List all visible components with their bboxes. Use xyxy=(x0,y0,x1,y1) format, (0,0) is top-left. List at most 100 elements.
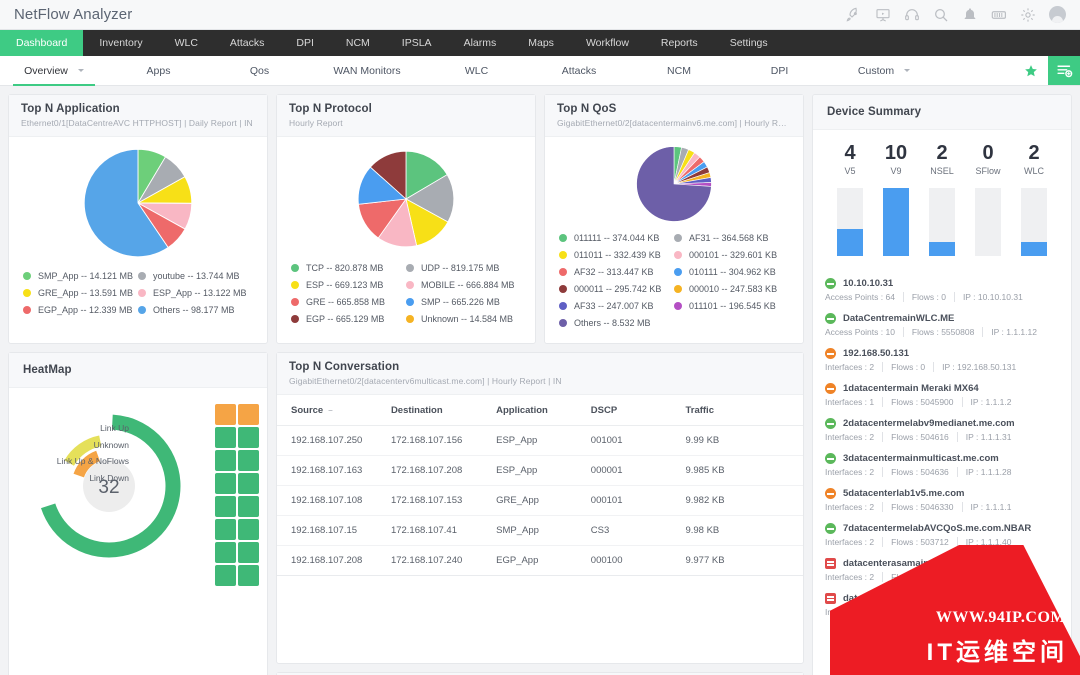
device-list-item[interactable]: datacenterasamain.me.com Interfaces : 2 Fl… xyxy=(825,552,1059,587)
heatmap-cell[interactable] xyxy=(238,542,259,563)
heatmap-cell[interactable] xyxy=(215,404,236,425)
subnav-item-overview[interactable]: Overview xyxy=(0,56,108,86)
bell-icon[interactable] xyxy=(962,7,978,23)
table-row[interactable]: 192.168.107.208 172.168.107.240 EGP_App 000… xyxy=(277,545,803,576)
legend-item[interactable]: 011111 -- 374.044 KB xyxy=(559,233,674,243)
legend-item[interactable]: Others -- 8.532 MB xyxy=(559,318,674,328)
subnav-item-custom[interactable]: Custom xyxy=(830,56,938,85)
avatar-icon[interactable] xyxy=(1049,6,1066,23)
subnav-item-wan-monitors[interactable]: WAN Monitors xyxy=(310,56,424,85)
presentation-icon[interactable] xyxy=(875,7,891,23)
legend-item[interactable]: TCP -- 820.878 MB xyxy=(291,263,406,273)
legend-item[interactable]: 000101 -- 329.601 KB xyxy=(674,250,789,260)
add-widget-button[interactable] xyxy=(1048,56,1080,85)
gear-icon[interactable] xyxy=(1020,7,1036,23)
table-row[interactable]: 192.168.107.163 172.168.107.208 ESP_App 000… xyxy=(277,455,803,486)
legend-item[interactable]: 000011 -- 295.742 KB xyxy=(559,284,674,294)
device-bar-sflow[interactable] xyxy=(966,188,1010,256)
legend-item[interactable]: EGP -- 665.129 MB xyxy=(291,314,406,324)
subnav-item-dpi[interactable]: DPI xyxy=(729,56,830,85)
subnav-item-apps[interactable]: Apps xyxy=(108,56,209,85)
nav-item-alarms[interactable]: Alarms xyxy=(448,30,513,56)
chevron-down-icon[interactable] xyxy=(904,69,911,72)
device-bar-wlc[interactable] xyxy=(1012,188,1056,256)
heatmap-cell[interactable] xyxy=(238,473,259,494)
device-list-item[interactable]: 2datacentermelabv9medianet.me.com Interfa… xyxy=(825,412,1059,447)
heatmap-cell[interactable] xyxy=(215,450,236,471)
legend-item[interactable]: EGP_App -- 12.339 MB xyxy=(23,305,138,315)
nav-item-ncm[interactable]: NCM xyxy=(330,30,386,56)
slider-icon[interactable] xyxy=(991,7,1007,23)
legend-item[interactable]: MOBILE -- 666.884 MB xyxy=(406,280,521,290)
device-list-item[interactable]: datacentermelab Interfaces : xyxy=(825,587,1059,622)
nav-item-ipsla[interactable]: IPSLA xyxy=(386,30,448,56)
nav-item-dpi[interactable]: DPI xyxy=(280,30,330,56)
device-list-item[interactable]: 192.168.50.131 Interfaces : 2 Flows : 0 IP … xyxy=(825,342,1059,377)
heatmap-cell[interactable] xyxy=(215,427,236,448)
device-bar-nsel[interactable] xyxy=(920,188,964,256)
subnav-item-qos[interactable]: Qos xyxy=(209,56,310,85)
nav-item-settings[interactable]: Settings xyxy=(714,30,784,56)
legend-item[interactable]: youtube -- 13.744 MB xyxy=(138,271,253,281)
heatmap-cell[interactable] xyxy=(215,519,236,540)
heatmap-cell[interactable] xyxy=(215,565,236,586)
subnav-item-wlc[interactable]: WLC xyxy=(424,56,529,85)
chevron-down-icon[interactable] xyxy=(77,69,84,72)
legend-item[interactable]: UDP -- 819.175 MB xyxy=(406,263,521,273)
subnav-item-attacks[interactable]: Attacks xyxy=(529,56,629,85)
headset-icon[interactable] xyxy=(904,7,920,23)
heatmap-cell[interactable] xyxy=(215,496,236,517)
favorite-star-icon[interactable] xyxy=(1014,56,1048,85)
device-list-item[interactable]: 3datacentermainmulticast.me.com Interface… xyxy=(825,447,1059,482)
heatmap-cell[interactable] xyxy=(238,404,259,425)
heatmap-cell[interactable] xyxy=(215,473,236,494)
legend-item[interactable]: AF32 -- 313.447 KB xyxy=(559,267,674,277)
heatmap-cell[interactable] xyxy=(238,450,259,471)
heatmap-cell[interactable] xyxy=(238,519,259,540)
nav-item-workflow[interactable]: Workflow xyxy=(570,30,645,56)
heatmap-cell[interactable] xyxy=(238,427,259,448)
sort-indicator-icon[interactable]: – xyxy=(328,406,332,415)
table-row[interactable]: 192.168.107.108 172.168.107.153 GRE_App 000… xyxy=(277,485,803,516)
subnav-item-ncm[interactable]: NCM xyxy=(629,56,729,85)
column-header-traffic[interactable]: Traffic xyxy=(671,395,803,426)
heatmap-cell[interactable] xyxy=(238,565,259,586)
legend-item[interactable]: 000010 -- 247.583 KB xyxy=(674,284,789,294)
device-list-item[interactable]: DataCentremainWLC.ME Access Points : 10 Fl… xyxy=(825,307,1059,342)
device-list-item[interactable]: 5datacenterlab1v5.me.com Interfaces : 2 Fl… xyxy=(825,482,1059,517)
nav-item-maps[interactable]: Maps xyxy=(512,30,570,56)
heatmap-cell[interactable] xyxy=(238,496,259,517)
device-list-item[interactable]: 7datacentermelabAVCQoS.me.com.NBAR Interf… xyxy=(825,517,1059,552)
table-row[interactable]: 192.168.107.15 172.168.107.41 SMP_App CS3 9.… xyxy=(277,515,803,546)
legend-item[interactable]: SMP -- 665.226 MB xyxy=(406,297,521,307)
nav-item-reports[interactable]: Reports xyxy=(645,30,714,56)
legend-item[interactable]: 011101 -- 196.545 KB xyxy=(674,301,789,311)
heatmap-cell[interactable] xyxy=(215,542,236,563)
legend-item[interactable]: ESP_App -- 13.122 MB xyxy=(138,288,253,298)
nav-item-attacks[interactable]: Attacks xyxy=(214,30,280,56)
legend-item[interactable]: Unknown -- 14.584 MB xyxy=(406,314,521,324)
legend-item[interactable]: GRE -- 665.858 MB xyxy=(291,297,406,307)
column-header-application[interactable]: Application xyxy=(482,395,577,426)
legend-item[interactable]: SMP_App -- 14.121 MB xyxy=(23,271,138,281)
legend-item[interactable]: GRE_App -- 13.591 MB xyxy=(23,288,138,298)
rocket-icon[interactable] xyxy=(846,7,862,23)
nav-item-inventory[interactable]: Inventory xyxy=(83,30,158,56)
device-list-item[interactable]: 1datacentermain Meraki MX64 Interfaces : … xyxy=(825,377,1059,412)
legend-item[interactable]: Others -- 98.177 MB xyxy=(138,305,253,315)
device-bar-v5[interactable] xyxy=(828,188,872,256)
nav-item-wlc[interactable]: WLC xyxy=(159,30,214,56)
column-header-destination[interactable]: Destination xyxy=(376,395,483,426)
nav-item-dashboard[interactable]: Dashboard xyxy=(0,30,84,56)
legend-item[interactable]: ESP -- 669.123 MB xyxy=(291,280,406,290)
table-row[interactable]: 192.168.107.250 172.168.107.156 ESP_App 001… xyxy=(277,425,803,456)
legend-item[interactable]: 011011 -- 332.439 KB xyxy=(559,250,674,260)
legend-item[interactable]: AF31 -- 364.568 KB xyxy=(674,233,789,243)
device-bar-v9[interactable] xyxy=(874,188,918,256)
column-header-source[interactable]: Source – xyxy=(277,395,377,426)
device-list-item[interactable]: 10.10.10.31 Access Points : 64 Flows : 0 IP… xyxy=(825,272,1059,307)
legend-item[interactable]: AF33 -- 247.007 KB xyxy=(559,301,674,311)
column-header-dscp[interactable]: DSCP xyxy=(576,395,672,426)
legend-item[interactable]: 010111 -- 304.962 KB xyxy=(674,267,789,277)
search-icon[interactable] xyxy=(933,7,949,23)
